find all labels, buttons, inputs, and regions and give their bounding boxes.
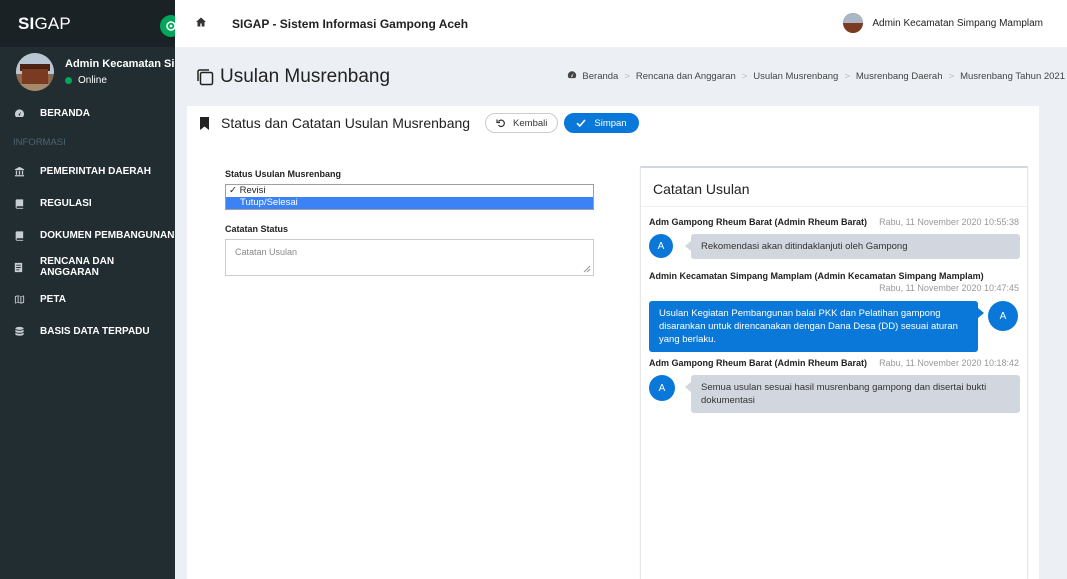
sidebar-item-regulasi[interactable]: REGULASI bbox=[0, 187, 175, 219]
message-bubble: Usulan Kegiatan Pembangunan balai PKK da… bbox=[649, 301, 984, 352]
book-icon bbox=[13, 229, 25, 241]
divider bbox=[641, 206, 1027, 207]
status-select[interactable]: ✓ Revisi Tutup/Selesai bbox=[225, 184, 594, 210]
message-meta: Adm Gampong Rheum Barat (Admin Rheum Bar… bbox=[649, 217, 1019, 227]
breadcrumb-separator: > bbox=[624, 71, 630, 82]
sidebar-item-dokumen-pembangunan[interactable]: DOKUMEN PEMBANGUNAN bbox=[0, 219, 175, 251]
sidebar-nav: BERANDA INFORMASI PEMERINTAH DAERAH REGU… bbox=[0, 97, 175, 347]
message-meta: Admin Kecamatan Simpang Mamplam (Admin K… bbox=[649, 271, 1019, 293]
notes-textarea[interactable]: Catatan Usulan bbox=[225, 239, 594, 276]
breadcrumb-separator: > bbox=[844, 71, 850, 82]
sidebar-item-beranda[interactable]: BERANDA bbox=[0, 97, 175, 129]
brand-logo[interactable]: SIGAP bbox=[18, 14, 71, 34]
status-option-revisi[interactable]: ✓ Revisi bbox=[226, 185, 593, 197]
breadcrumb-separator: > bbox=[948, 71, 955, 82]
breadcrumb-item-beranda[interactable]: Beranda bbox=[582, 71, 618, 82]
message-time: Rabu, 11 November 2020 10:18:42 bbox=[879, 358, 1019, 368]
breadcrumb: Beranda > Rencana dan Anggaran > Usulan … bbox=[567, 70, 1065, 83]
breadcrumb-item-musrenbang-daerah[interactable]: Musrenbang Daerah bbox=[856, 71, 943, 82]
undo-icon bbox=[496, 119, 505, 128]
map-icon bbox=[13, 293, 25, 305]
message-time: Rabu, 11 November 2020 10:47:45 bbox=[879, 283, 1019, 293]
message-bubble: Rekomendasi akan ditindaklanjuti oleh Ga… bbox=[685, 234, 1020, 259]
message-meta: Adm Gampong Rheum Barat (Admin Rheum Bar… bbox=[649, 358, 1019, 368]
user-status: Online bbox=[65, 75, 175, 86]
message-author: Adm Gampong Rheum Barat (Admin Rheum Bar… bbox=[649, 217, 868, 227]
home-icon[interactable] bbox=[195, 15, 207, 33]
message-avatar: A bbox=[988, 301, 1018, 331]
database-icon bbox=[13, 325, 25, 337]
sidebar-item-rencana-dan-anggaran[interactable]: RENCANA DAN ANGGARAN bbox=[0, 251, 175, 283]
sidebar-item-peta[interactable]: PETA bbox=[0, 283, 175, 315]
dashboard-icon bbox=[567, 70, 582, 83]
notes-label: Catatan Status bbox=[225, 224, 289, 234]
breadcrumb-item-usulan[interactable]: Usulan Musrenbang bbox=[753, 71, 838, 82]
brand-bar: SIGAP bbox=[0, 0, 182, 47]
top-header: SIGAP - Sistem Informasi Gampong Aceh Ad… bbox=[175, 0, 1067, 47]
clipboard-icon bbox=[13, 261, 25, 273]
avatar bbox=[843, 13, 864, 33]
status-label: Status Usulan Musrenbang bbox=[225, 169, 342, 179]
online-dot-icon bbox=[65, 77, 72, 84]
resize-grip-icon[interactable] bbox=[583, 265, 591, 273]
sidebar-header-informasi: INFORMASI bbox=[13, 136, 66, 148]
user-menu[interactable]: Admin Kecamatan Simpang Mamplam bbox=[843, 13, 1043, 33]
user-menu-name: Admin Kecamatan Simpang Mamplam bbox=[872, 17, 1043, 29]
message-author: Admin Kecamatan Simpang Mamplam (Admin K… bbox=[649, 271, 984, 281]
page-title: Usulan Musrenbang bbox=[195, 66, 390, 88]
breadcrumb-separator: > bbox=[741, 71, 748, 82]
panel-title: Status dan Catatan Usulan Musrenbang bbox=[221, 115, 471, 131]
notes-panel: Catatan Usulan Adm Gampong Rheum Barat (… bbox=[640, 166, 1028, 579]
status-option-tutup-selesai[interactable]: Tutup/Selesai bbox=[226, 197, 593, 209]
message-bubble: Semua usulan sesuai hasil musrenbang gam… bbox=[685, 375, 1020, 413]
notes-placeholder: Catatan Usulan bbox=[235, 247, 298, 257]
app-title: SIGAP - Sistem Informasi Gampong Aceh bbox=[232, 16, 469, 31]
save-button[interactable]: Simpan bbox=[564, 113, 639, 133]
user-name: Admin Kecamatan Simpang Mamplam bbox=[65, 58, 175, 70]
message-time: Rabu, 11 November 2020 10:55:38 bbox=[879, 217, 1019, 227]
sidebar-item-pemerintah-daerah[interactable]: PEMERINTAH DAERAH bbox=[0, 155, 175, 187]
sidebar: SIGAP Admin Kecamatan Simpang Mamplam On… bbox=[0, 0, 182, 579]
message-author: Adm Gampong Rheum Barat (Admin Rheum Bar… bbox=[649, 358, 868, 368]
copy-icon bbox=[197, 69, 214, 86]
avatar bbox=[16, 53, 54, 91]
page-header: Usulan Musrenbang Beranda > Rencana dan … bbox=[175, 47, 1067, 105]
message-avatar: A bbox=[649, 234, 673, 258]
dashboard-icon bbox=[13, 107, 25, 119]
sidebar-item-basis-data-terpadu[interactable]: BASIS DATA TERPADU bbox=[0, 315, 175, 347]
notes-title: Catatan Usulan bbox=[653, 181, 750, 197]
bookmark-icon bbox=[200, 116, 209, 130]
app-root: SIGAP Admin Kecamatan Simpang Mamplam On… bbox=[0, 0, 1067, 579]
institution-icon bbox=[13, 165, 25, 177]
book-icon bbox=[13, 197, 25, 209]
breadcrumb-item-rencana[interactable]: Rencana dan Anggaran bbox=[636, 71, 736, 82]
message-avatar: A bbox=[649, 375, 675, 401]
panel-header: Status dan Catatan Usulan Musrenbang Kem… bbox=[200, 113, 639, 133]
breadcrumb-item-current: Musrenbang Tahun 2021 bbox=[960, 71, 1065, 82]
back-button[interactable]: Kembali bbox=[485, 113, 559, 133]
user-panel: Admin Kecamatan Simpang Mamplam Online bbox=[0, 47, 175, 97]
check-icon bbox=[576, 119, 586, 128]
